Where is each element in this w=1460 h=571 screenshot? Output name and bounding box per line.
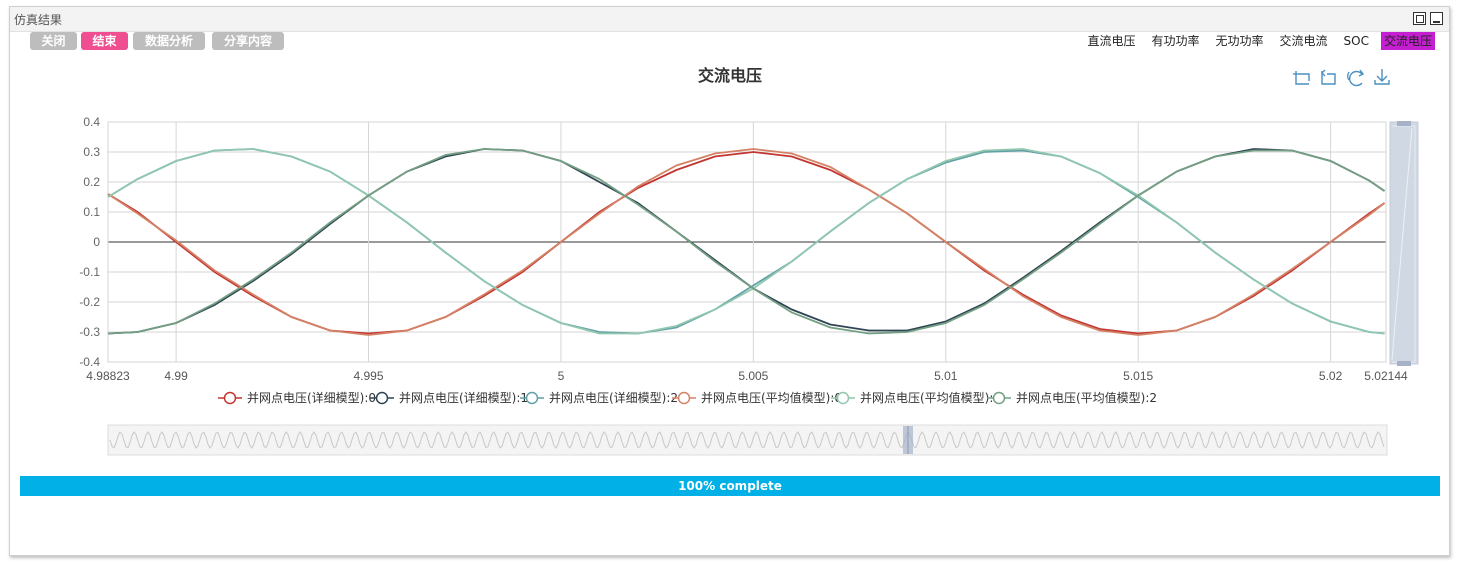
x-axis: 4.98823 4.99 4.995 5 5.005 5.01 5.015 5.02 5.021… — [86, 369, 1408, 383]
y-tick-label: 0.3 — [83, 145, 100, 159]
legend-item-5[interactable]: 并网点电压(平均值模型):2 — [987, 390, 1157, 405]
horizontal-data-zoom[interactable] — [107, 424, 1388, 456]
legend-marker — [525, 391, 539, 405]
y-tick-label: -0.4 — [79, 355, 100, 369]
x-tick-label: 5 — [558, 369, 565, 383]
y-tick-label: -0.3 — [79, 325, 100, 339]
legend-label: 并网点电压(详细模型):2 — [549, 390, 678, 405]
y-tick-label: 0 — [93, 235, 100, 249]
x-tick-label: 4.99 — [164, 369, 188, 383]
chart-grid — [107, 121, 1387, 363]
series-line-5 — [107, 148, 1386, 335]
download-icon[interactable] — [1374, 69, 1390, 85]
progress-bar: 100% complete — [20, 476, 1440, 496]
chart-legend: 并网点电压(详细模型):0 并网点电压(详细模型):1 并网点电压(详细模型):2 并… — [218, 390, 1157, 405]
slider-top-handle[interactable] — [1397, 121, 1411, 126]
legend-marker — [992, 391, 1006, 405]
legend-item-3[interactable]: 并网点电压(平均值模型):0 — [672, 390, 842, 405]
y-tick-label: 0.2 — [83, 175, 100, 189]
legend-item-0[interactable]: 并网点电压(详细模型):0 — [218, 390, 376, 405]
x-tick-label: 5.02 — [1319, 369, 1343, 383]
x-tick-label: 5.02144 — [1364, 369, 1408, 383]
chart-toolbox — [1293, 69, 1390, 87]
chart-title: 交流电压 — [698, 66, 762, 85]
legend-label: 并网点电压(详细模型):0 — [247, 390, 376, 405]
x-tick-label: 4.995 — [354, 369, 384, 383]
legend-label: 并网点电压(平均值模型):1 — [860, 390, 1001, 405]
series-line-0 — [107, 151, 1386, 335]
legend-marker — [223, 391, 237, 405]
y-tick-label: 0.1 — [83, 205, 100, 219]
legend-label: 并网点电压(详细模型):1 — [399, 390, 528, 405]
refresh-icon[interactable] — [1347, 69, 1365, 87]
slider-bottom-handle[interactable] — [1397, 361, 1411, 366]
x-tick-label: 4.98823 — [86, 369, 130, 383]
legend-item-1[interactable]: 并网点电压(详细模型):1 — [370, 390, 528, 405]
x-tick-label: 5.015 — [1123, 369, 1153, 383]
legend-item-4[interactable]: 并网点电压(平均值模型):1 — [831, 390, 1001, 405]
vertical-zoom-slider[interactable] — [1389, 121, 1419, 366]
zoom-in-icon[interactable] — [1293, 71, 1310, 85]
x-tick-label: 5.01 — [934, 369, 958, 383]
legend-label: 并网点电压(平均值模型):2 — [1016, 390, 1157, 405]
y-axis: 0.4 0.3 0.2 0.1 0 -0.1 -0.2 -0.3 -0.4 — [79, 115, 100, 369]
zoom-reset-icon[interactable] — [1321, 69, 1336, 85]
x-tick-label: 5.005 — [738, 369, 768, 383]
series-line-1 — [107, 148, 1386, 335]
legend-marker — [677, 391, 691, 405]
legend-marker — [375, 391, 389, 405]
y-tick-label: 0.4 — [83, 115, 100, 129]
y-tick-label: -0.2 — [79, 295, 100, 309]
legend-item-2[interactable]: 并网点电压(详细模型):2 — [520, 390, 678, 405]
y-tick-label: -0.1 — [79, 265, 100, 279]
series-line-4 — [107, 148, 1385, 335]
legend-label: 并网点电压(平均值模型):0 — [701, 390, 842, 405]
legend-marker — [836, 391, 850, 405]
series-line-2 — [107, 148, 1385, 335]
